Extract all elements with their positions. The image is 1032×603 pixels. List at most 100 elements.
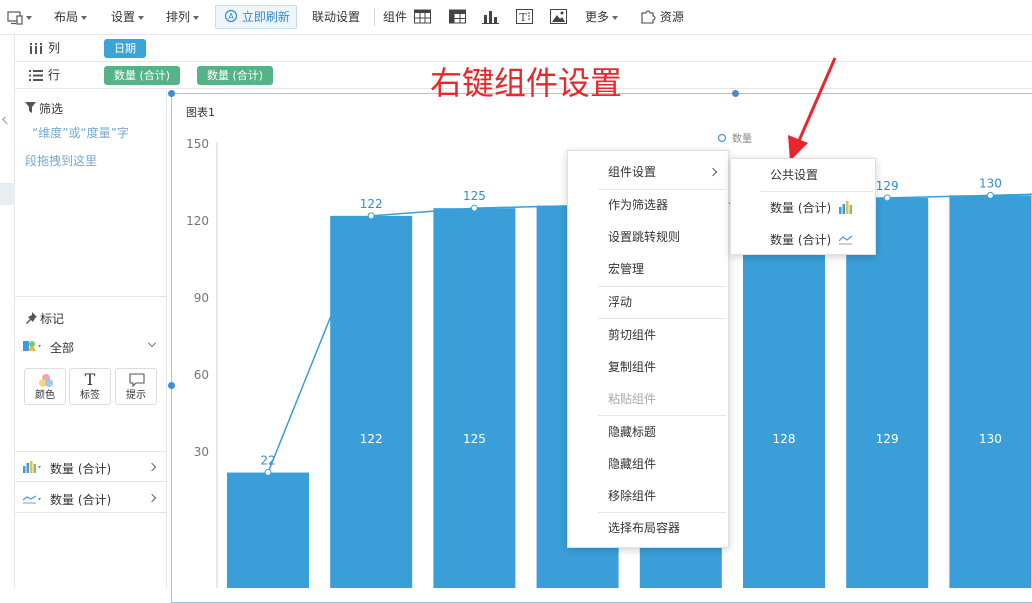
tooltip-mark-label: 提示 xyxy=(126,390,146,401)
collapse-arrow-icon[interactable] xyxy=(2,116,10,125)
crosstab-icon[interactable] xyxy=(449,9,466,24)
y-tick-label: 30 xyxy=(194,445,209,459)
chart-bar xyxy=(743,200,825,588)
sort-menu[interactable]: 排列 xyxy=(166,0,200,35)
svg-text:A: A xyxy=(228,12,234,21)
menu-item-copy[interactable]: 复制组件 xyxy=(568,352,728,382)
rows-icon xyxy=(29,70,43,81)
chart-bar xyxy=(227,472,309,588)
auto-chart-icon xyxy=(23,341,41,351)
row-field-pill[interactable]: 数量 (合计) xyxy=(197,66,274,85)
line-point xyxy=(883,194,891,202)
marks-title: 标记 xyxy=(40,312,65,326)
data-label: 130 xyxy=(979,176,1002,190)
submenu-item-bar-measure[interactable]: 数量 (合计) xyxy=(731,193,875,223)
layout-menu[interactable]: 布局 xyxy=(54,0,88,35)
menu-item-hide-title[interactable]: 隐藏标题 xyxy=(568,417,728,447)
chevron-down-icon xyxy=(81,15,88,20)
component-settings-submenu: 公共设置 数量 (合计) 数量 (合计) xyxy=(730,158,876,255)
refresh-icon: A xyxy=(224,9,238,23)
submenu-item-common-settings[interactable]: 公共设置 xyxy=(731,160,875,190)
resources-button[interactable]: 资源 xyxy=(640,0,684,35)
chevron-down-icon xyxy=(193,15,200,20)
legend-label: 数量 xyxy=(732,132,752,145)
chevron-right-icon xyxy=(147,462,157,472)
monitor-icon xyxy=(7,10,23,25)
color-mark-button[interactable]: 颜色 xyxy=(24,368,66,405)
data-label: 129 xyxy=(876,179,899,193)
menu-item-as-filter[interactable]: 作为筛选器 xyxy=(568,190,728,220)
toolbar-divider xyxy=(374,8,375,26)
filter-hint: “维度”或“度量”字 xyxy=(32,126,129,140)
bar-chart-icon[interactable] xyxy=(482,9,499,24)
chevron-down-icon xyxy=(612,15,619,20)
chevron-down-icon xyxy=(138,15,145,20)
chart-bar xyxy=(330,215,413,588)
column-field-pill[interactable]: 日期 xyxy=(104,39,146,58)
resources-label: 资源 xyxy=(659,10,684,24)
y-tick-label: 60 xyxy=(194,368,209,382)
pin-icon xyxy=(26,312,37,324)
table-icon[interactable] xyxy=(414,9,431,24)
color-mark-label: 颜色 xyxy=(35,390,55,401)
chevron-right-icon xyxy=(147,493,157,503)
row-field-pill[interactable]: 数量 (合计) xyxy=(104,66,181,85)
submenu-item-line-measure[interactable]: 数量 (合计) xyxy=(731,225,875,255)
line-point xyxy=(367,212,375,220)
label-mark-button[interactable]: T 标签 xyxy=(69,368,111,405)
line-chart-icon xyxy=(23,495,41,504)
y-tick-label: 150 xyxy=(186,137,209,151)
text-component-icon[interactable]: T xyxy=(516,9,533,24)
data-label: 22 xyxy=(260,454,275,468)
menu-item-cut[interactable]: 剪切组件 xyxy=(568,320,728,350)
linkage-settings-button[interactable]: 联动设置 xyxy=(312,0,360,35)
chart-bar xyxy=(949,195,1032,588)
data-label: 125 xyxy=(463,189,486,203)
filter-icon xyxy=(25,102,36,113)
marks-type-select[interactable]: 全部 xyxy=(23,337,163,357)
measure-item-line[interactable]: 数量 (合计) xyxy=(15,483,167,513)
menu-item-remove-component[interactable]: 移除组件 xyxy=(568,481,728,511)
submenu-item-label: 数量 (合计) xyxy=(770,201,832,215)
panel-divider xyxy=(15,296,167,297)
refresh-label: 立即刷新 xyxy=(241,10,290,24)
line-point xyxy=(470,204,478,212)
menu-divider xyxy=(598,318,726,319)
chevron-down-icon xyxy=(147,338,157,348)
line-point xyxy=(986,191,994,199)
bar-value-label: 125 xyxy=(463,432,486,446)
measure-item-label: 数量 (合计) xyxy=(50,462,112,476)
menu-item-hide-component[interactable]: 隐藏组件 xyxy=(568,449,728,479)
more-label: 更多 xyxy=(585,10,610,24)
refresh-button[interactable]: A 立即刷新 xyxy=(215,5,297,29)
y-tick-label: 120 xyxy=(186,214,209,228)
chart-bar xyxy=(846,197,929,588)
menu-item-macro[interactable]: 宏管理 xyxy=(568,254,728,284)
puzzle-icon xyxy=(641,10,656,24)
device-switch-button[interactable] xyxy=(7,0,32,35)
menu-item-float[interactable]: 浮动 xyxy=(568,287,728,317)
linkage-label: 联动设置 xyxy=(312,10,361,24)
settings-menu[interactable]: 设置 xyxy=(111,0,145,35)
data-label: 122 xyxy=(360,197,383,211)
image-component-icon[interactable] xyxy=(550,9,567,24)
toolbar: 布局 设置 排列 A 立即刷新 联动设置 组件 T 更多 资源 xyxy=(0,0,1032,35)
menu-item-select-layout-container[interactable]: 选择布局容器 xyxy=(568,513,728,543)
legend-marker xyxy=(717,133,727,143)
menu-item-paste: 粘贴组件 xyxy=(608,392,657,406)
sort-label: 排列 xyxy=(166,10,191,24)
bar-value-label: 128 xyxy=(773,432,796,446)
line-point xyxy=(264,469,272,477)
submenu-item-label: 数量 (合计) xyxy=(770,233,832,247)
annotation-text: 右键组件设置 xyxy=(430,64,623,102)
settings-label: 设置 xyxy=(111,10,136,24)
menu-item-component-settings[interactable]: 组件设置 xyxy=(568,157,728,187)
menu-item-jump-rules[interactable]: 设置跳转规则 xyxy=(568,222,728,252)
columns-shelf-label: 列 xyxy=(48,41,61,55)
tooltip-mark-button[interactable]: 提示 xyxy=(115,368,157,405)
measure-item-bar[interactable]: 数量 (合计) xyxy=(15,452,167,482)
marks-scope-label: 全部 xyxy=(50,341,75,355)
more-menu[interactable]: 更多 xyxy=(585,0,619,35)
strip-selected-item[interactable] xyxy=(0,183,15,205)
bar-chart-icon xyxy=(23,461,41,473)
